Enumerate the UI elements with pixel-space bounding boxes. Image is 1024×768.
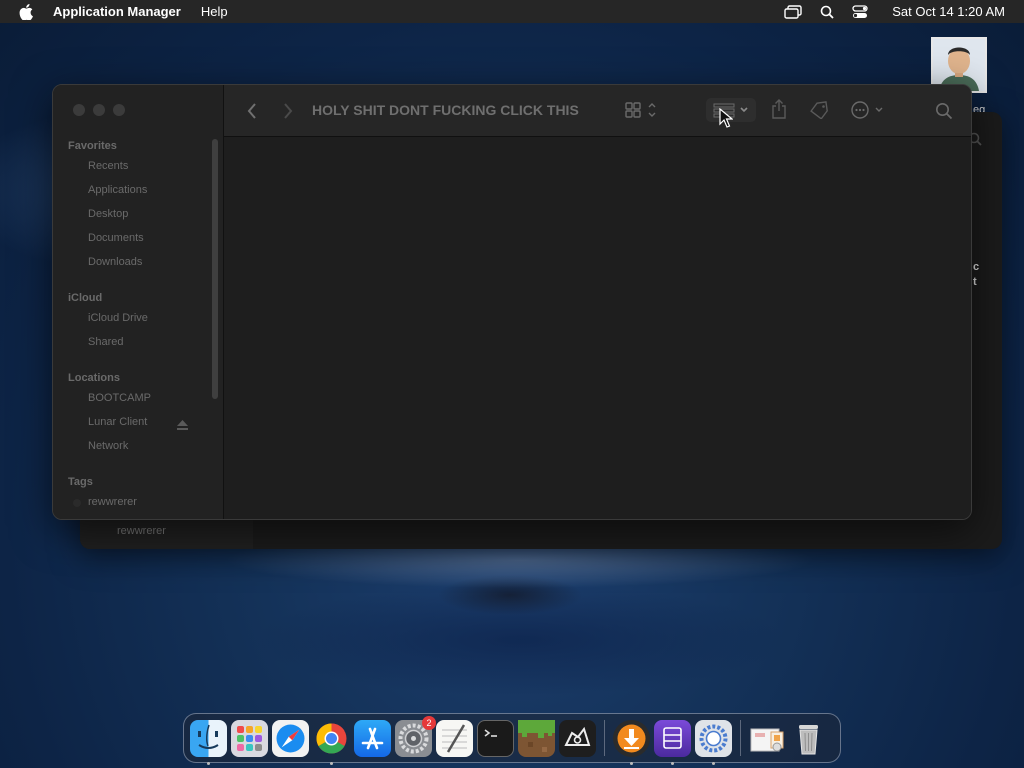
dock-app-disk-utility[interactable]: [654, 719, 691, 765]
sidebar-section-icloud: iCloud: [68, 292, 103, 304]
finder-sidebar: Favorites Recents Applications Desktop D…: [53, 85, 224, 519]
dock-app-safari[interactable]: [272, 719, 309, 757]
sidebar-item-network[interactable]: Network: [88, 440, 128, 452]
tag-icon[interactable]: [809, 101, 829, 124]
sidebar-item-documents[interactable]: Documents: [88, 232, 144, 244]
mouse-cursor-icon: [719, 107, 734, 133]
dock-app-terminal[interactable]: [477, 719, 514, 757]
safari-compass-icon: [276, 724, 305, 752]
sidebar-tag-item[interactable]: rewwrerer: [117, 525, 166, 537]
menu-app-name[interactable]: Application Manager: [53, 4, 181, 19]
window-controls: [73, 104, 125, 116]
textedit-pen-icon: [442, 723, 467, 753]
app-store-a-icon: [361, 727, 384, 749]
dock-app-system-preferences[interactable]: 2: [395, 715, 436, 757]
eject-icon[interactable]: [177, 417, 188, 435]
dock-app-app-store[interactable]: [354, 719, 391, 757]
apple-logo-icon[interactable]: [19, 3, 35, 20]
menu-bar: Application Manager Help Sat Oct 14 1:20…: [0, 0, 1024, 23]
share-icon[interactable]: [771, 99, 787, 124]
background-window-text: c: [973, 261, 980, 273]
sidebar-scrollbar[interactable]: [212, 139, 218, 399]
sidebar-item-desktop[interactable]: Desktop: [88, 208, 128, 220]
forward-icon[interactable]: [282, 102, 294, 125]
zoom-button[interactable]: [113, 104, 125, 116]
sidebar-item-bootcamp[interactable]: BOOTCAMP: [88, 392, 151, 404]
tag-color-dot: [73, 499, 81, 507]
gear-icon: [699, 724, 728, 752]
sidebar-section-tags: Tags: [68, 476, 93, 488]
dock: 2: [183, 713, 841, 765]
dock-app-finder[interactable]: [190, 719, 227, 765]
dock-separator: [604, 720, 605, 756]
screen-mirroring-icon[interactable]: [784, 4, 802, 19]
sidebar-item-tag[interactable]: rewwrerer: [88, 496, 137, 508]
trash-icon: [799, 724, 818, 754]
dock-app-installer[interactable]: [613, 719, 650, 765]
terminal-prompt-icon: [484, 728, 497, 737]
dock-trash[interactable]: [790, 720, 827, 757]
window-title: HOLY SHIT DONT FUCKING CLICK THIS: [312, 102, 579, 118]
icon-view-icon[interactable]: [625, 100, 661, 125]
finder-toolbar: HOLY SHIT DONT FUCKING CLICK THIS: [224, 85, 971, 137]
dock-app-application-manager[interactable]: [695, 719, 732, 765]
control-center-icon[interactable]: [852, 4, 868, 19]
finder-content-area[interactable]: [224, 137, 971, 519]
background-window-text: t: [973, 276, 977, 288]
finder-face-icon: [198, 724, 219, 749]
spotlight-search-icon[interactable]: [820, 5, 834, 19]
dock-app-textedit[interactable]: [436, 719, 473, 757]
dock-separator: [740, 720, 741, 756]
sidebar-section-locations: Locations: [68, 372, 120, 384]
search-icon[interactable]: [935, 102, 953, 125]
dock-documents-stack[interactable]: [749, 720, 786, 757]
sidebar-item-applications[interactable]: Applications: [88, 184, 147, 196]
close-button[interactable]: [73, 104, 85, 116]
sidebar-section-favorites: Favorites: [68, 140, 117, 152]
sidebar-item-icloud-drive[interactable]: iCloud Drive: [88, 312, 148, 324]
drive-stack-icon: [663, 726, 682, 749]
dock-app-launchpad[interactable]: [231, 719, 268, 757]
dock-app-lunar-client[interactable]: [559, 719, 596, 757]
chrome-logo-icon: [316, 723, 347, 754]
launchpad-grid-icon: [237, 725, 262, 751]
notification-badge: 2: [422, 715, 436, 730]
dock-app-chrome[interactable]: [313, 720, 350, 765]
finder-window[interactable]: Favorites Recents Applications Desktop D…: [52, 84, 972, 520]
sidebar-item-downloads[interactable]: Downloads: [88, 256, 142, 268]
more-actions-icon[interactable]: [851, 101, 887, 124]
sidebar-item-recents[interactable]: Recents: [88, 160, 128, 172]
documents-stack-icon: [750, 728, 784, 751]
minimize-button[interactable]: [93, 104, 105, 116]
menu-help[interactable]: Help: [201, 4, 228, 19]
back-icon[interactable]: [246, 102, 258, 125]
grass-block-icon: [518, 719, 555, 752]
sidebar-item-lunar-client[interactable]: Lunar Client: [88, 416, 147, 428]
lunar-client-logo-icon: [564, 726, 591, 746]
menu-clock[interactable]: Sat Oct 14 1:20 AM: [892, 4, 1005, 19]
dock-app-minecraft[interactable]: [518, 719, 555, 757]
sidebar-item-shared[interactable]: Shared: [88, 336, 123, 348]
download-arrow-icon: [617, 724, 646, 752]
